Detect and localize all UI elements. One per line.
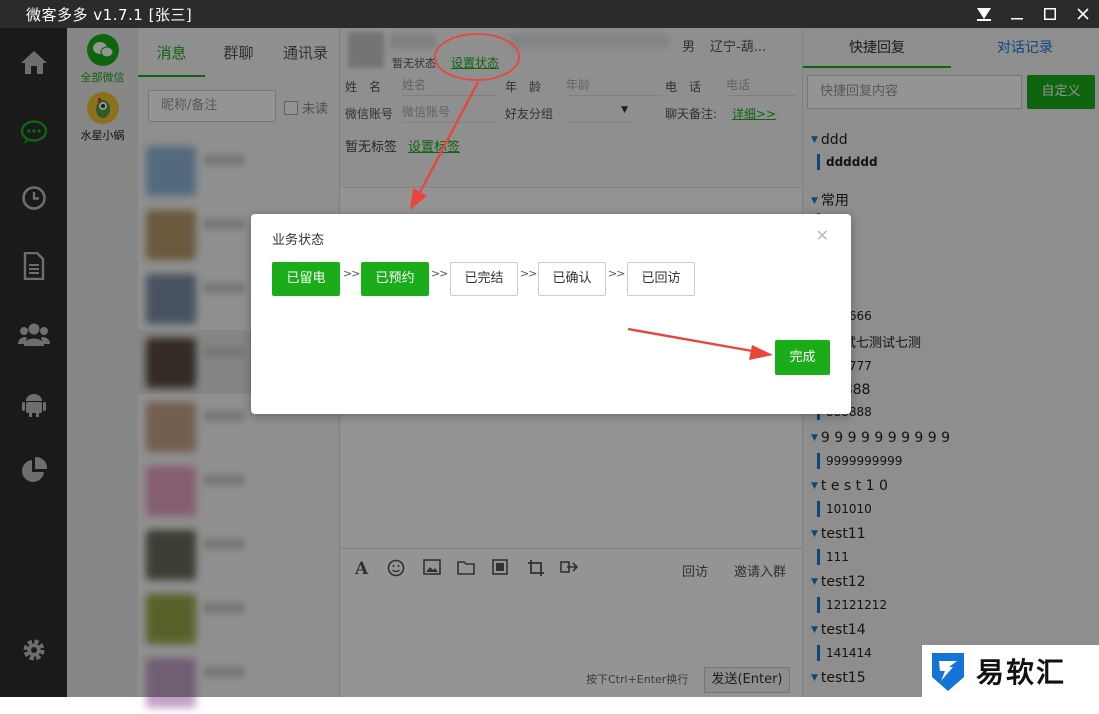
dialog-title: 业务状态 [272,233,325,248]
step-separator: >> [431,267,448,280]
maximize-button[interactable] [1033,0,1066,28]
step-called[interactable]: 已留电 [272,262,340,296]
step-revisited[interactable]: 已回访 [627,262,695,296]
finish-button[interactable]: 完成 [775,340,830,375]
menu-dropdown-icon[interactable] [967,0,1000,28]
step-separator: >> [343,267,360,280]
watermark-logo-icon [932,653,964,691]
title-bar: 微客多多 v1.7.1 [张三] [0,0,1099,28]
business-status-dialog: 业务状态 ✕ 已留电 >> 已预约 >> 已完结 >> 已确认 >> 已回访 完… [251,214,851,414]
step-confirmed[interactable]: 已确认 [538,262,606,296]
step-booked[interactable]: 已预约 [361,262,429,296]
window-title: 微客多多 v1.7.1 [张三] [26,5,193,24]
step-separator: >> [520,267,537,280]
step-separator: >> [608,267,625,280]
watermark-text: 易软汇 [976,656,1067,689]
watermark: 易软汇 [922,645,1099,697]
close-icon[interactable]: ✕ [816,226,829,245]
close-button[interactable] [1066,0,1099,28]
minimize-button[interactable] [1000,0,1033,28]
step-completed[interactable]: 已完结 [450,262,518,296]
